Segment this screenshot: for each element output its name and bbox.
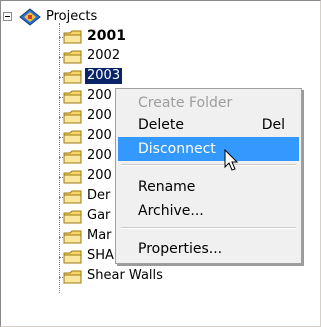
tree-item-label: 2002 (87, 48, 121, 63)
context-menu: Create Folder Delete Del Disconnect Rename Ar… (115, 88, 302, 264)
menu-item-shortcut: Del (261, 117, 285, 133)
tree-item-label: Mar (87, 228, 112, 243)
menu-item-label: Disconnect (138, 141, 216, 157)
mouse-pointer-icon (224, 149, 239, 171)
folder-icon (63, 230, 82, 244)
menu-separator (121, 227, 296, 229)
collapse-toggle-icon[interactable] (3, 12, 12, 21)
projects-root-label: Projects (46, 9, 98, 24)
tree-item-label: 200 (87, 108, 112, 123)
folder-icon (63, 170, 82, 184)
menu-item-create-folder[interactable]: Create Folder (118, 91, 299, 115)
tree-item-label: Gar (87, 208, 111, 223)
tree-item-label: 200 (87, 128, 112, 143)
menu-item-label: Properties... (138, 241, 223, 257)
tree-item-label: 2001 (87, 28, 126, 44)
menu-item-label: Delete (138, 117, 184, 133)
folder-icon (63, 90, 82, 104)
tree-item-label: 200 (87, 168, 112, 183)
menu-item-rename[interactable]: Rename (118, 175, 299, 199)
menu-item-delete[interactable]: Delete Del (118, 113, 299, 137)
folder-icon (63, 30, 82, 44)
folder-icon (63, 190, 82, 204)
menu-item-label: Create Folder (138, 95, 233, 111)
menu-item-archive[interactable]: Archive... (118, 199, 299, 223)
menu-item-label: Rename (138, 179, 196, 195)
tree-item-label: Der (87, 188, 111, 203)
tree-guide-line (59, 23, 60, 293)
menu-item-properties[interactable]: Properties... (118, 237, 299, 261)
folder-icon (63, 150, 82, 164)
tree-item-label: 200 (87, 148, 112, 163)
folder-icon (63, 210, 82, 224)
folder-icon (63, 250, 82, 264)
tree-item-label: Shear Walls (87, 268, 163, 283)
folder-icon (63, 110, 82, 124)
folder-icon (63, 70, 82, 84)
folder-icon (63, 50, 82, 64)
menu-item-label: Archive... (138, 203, 204, 219)
tree-item-label: 2003 (83, 67, 124, 85)
projects-network-icon (19, 8, 41, 26)
menu-item-disconnect[interactable]: Disconnect (118, 137, 299, 161)
folder-icon (63, 270, 82, 284)
tree-item-label: 200 (87, 88, 112, 103)
folder-icon (63, 130, 82, 144)
menu-separator (121, 164, 296, 166)
